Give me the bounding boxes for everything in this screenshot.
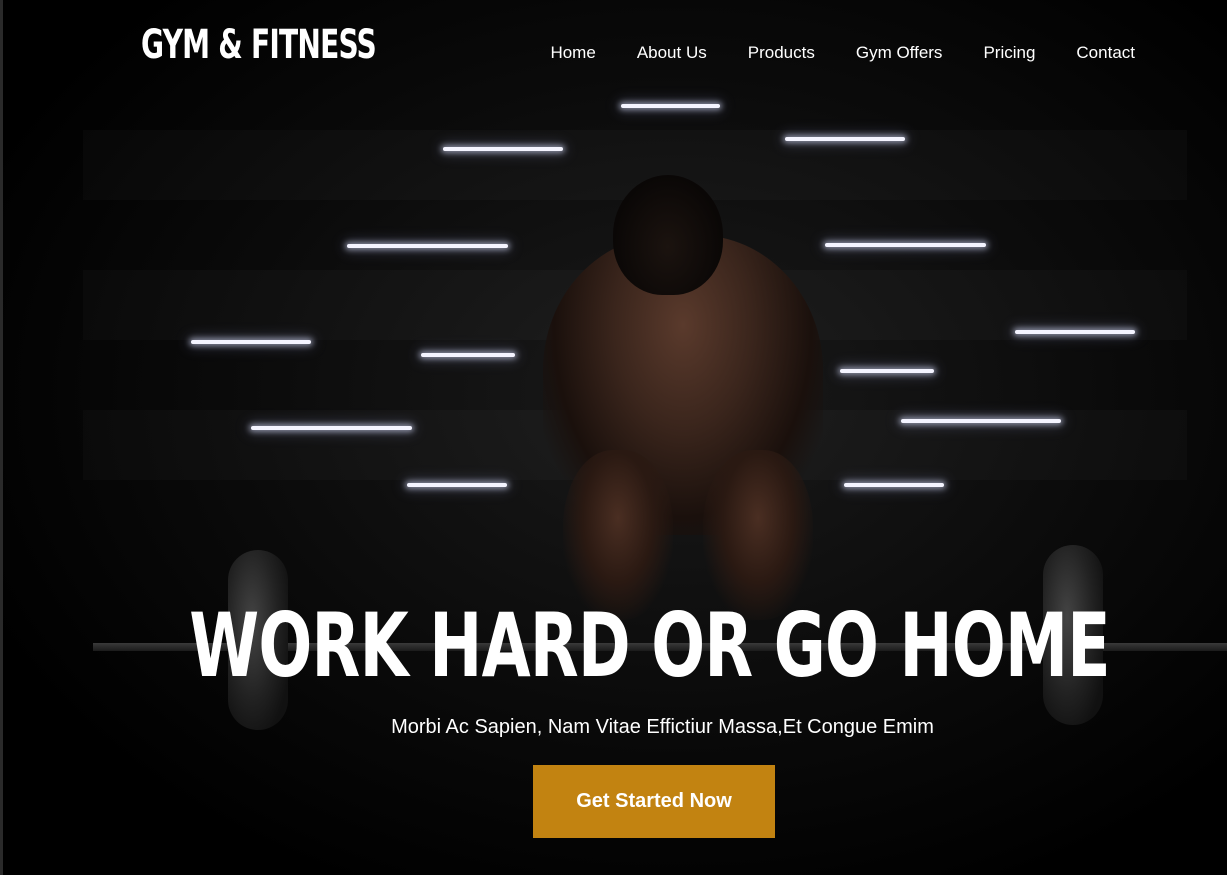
ceiling-light <box>407 483 507 487</box>
nav-link-about-us[interactable]: About Us <box>637 43 707 63</box>
ceiling-light <box>901 419 1061 423</box>
site-logo[interactable]: GYM & FITNESS <box>141 22 377 68</box>
hero-background-image <box>3 0 1227 875</box>
ceiling-light <box>251 426 412 430</box>
page: GYM & FITNESS Home About Us Products Gym… <box>0 0 1227 875</box>
nav-link-products[interactable]: Products <box>748 43 815 63</box>
nav-link-contact[interactable]: Contact <box>1076 43 1135 63</box>
nav-link-home[interactable]: Home <box>550 43 595 63</box>
athlete-head <box>613 175 723 295</box>
ceiling-light <box>825 243 986 247</box>
ceiling-light <box>844 483 944 487</box>
ceiling-light <box>785 137 905 141</box>
hero-subline: Morbi Ac Sapien, Nam Vitae Effictiur Mas… <box>391 716 934 738</box>
ceiling-light <box>1015 330 1135 334</box>
hero-headline: WORK HARD OR GO HOME <box>189 594 1110 697</box>
ceiling-light <box>421 353 515 357</box>
nav-link-gym-offers[interactable]: Gym Offers <box>856 43 943 63</box>
ceiling-light <box>621 104 720 108</box>
ceiling-light <box>840 369 934 373</box>
ceiling-light <box>347 244 508 248</box>
get-started-button[interactable]: Get Started Now <box>533 765 775 838</box>
ceiling-light <box>443 147 563 151</box>
main-nav: Home About Us Products Gym Offers Pricin… <box>550 43 1135 63</box>
nav-link-pricing[interactable]: Pricing <box>983 43 1035 63</box>
ceiling-light <box>191 340 311 344</box>
